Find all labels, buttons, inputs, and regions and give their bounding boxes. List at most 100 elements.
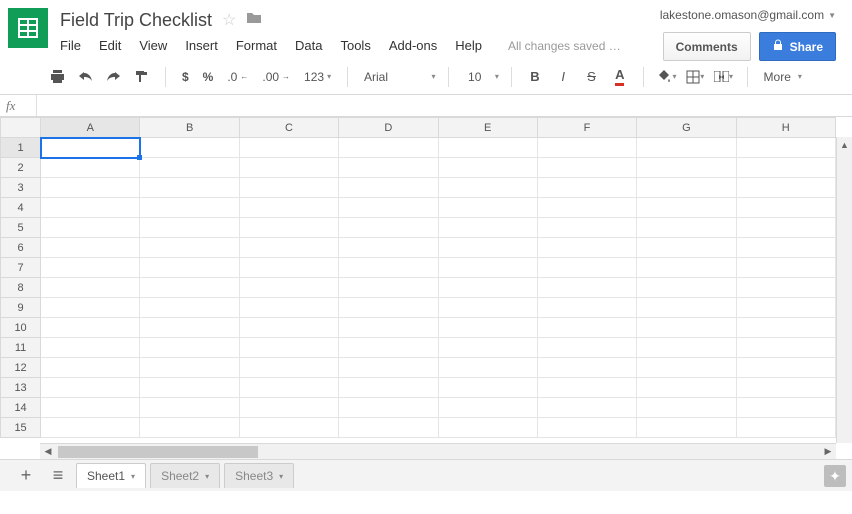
- font-size[interactable]: 10: [460, 70, 488, 84]
- all-sheets-button[interactable]: ≡: [44, 462, 72, 490]
- text-color[interactable]: A: [609, 65, 631, 89]
- menu-help[interactable]: Help: [455, 38, 482, 53]
- cell[interactable]: [537, 338, 636, 358]
- cell[interactable]: [736, 278, 835, 298]
- cell[interactable]: [140, 418, 239, 438]
- cell[interactable]: [339, 378, 438, 398]
- folder-icon[interactable]: [246, 11, 262, 30]
- cell[interactable]: [438, 338, 537, 358]
- cell[interactable]: [736, 298, 835, 318]
- cell[interactable]: [239, 398, 338, 418]
- cell[interactable]: [637, 378, 736, 398]
- fill-color[interactable]: ▾: [656, 65, 678, 89]
- cell[interactable]: [339, 138, 438, 158]
- cell[interactable]: [41, 298, 140, 318]
- app-logo[interactable]: [8, 8, 48, 48]
- caret-down-icon[interactable]: ▾: [432, 72, 436, 81]
- cell[interactable]: [637, 358, 736, 378]
- cell[interactable]: [140, 298, 239, 318]
- cell[interactable]: [239, 158, 338, 178]
- explore-button[interactable]: ✦: [824, 465, 846, 487]
- cell[interactable]: [239, 418, 338, 438]
- more-button[interactable]: More▾: [760, 70, 806, 84]
- row-header[interactable]: 15: [1, 418, 41, 438]
- cell[interactable]: [438, 278, 537, 298]
- cell[interactable]: [41, 258, 140, 278]
- cell[interactable]: [537, 278, 636, 298]
- increase-decimal[interactable]: .00→: [258, 70, 294, 84]
- cell[interactable]: [239, 178, 338, 198]
- cell[interactable]: [736, 218, 835, 238]
- cell[interactable]: [239, 298, 338, 318]
- cell[interactable]: [41, 358, 140, 378]
- cell[interactable]: [438, 358, 537, 378]
- cell[interactable]: [736, 338, 835, 358]
- cell[interactable]: [140, 358, 239, 378]
- cell[interactable]: [438, 178, 537, 198]
- cell[interactable]: [41, 378, 140, 398]
- cell[interactable]: [537, 138, 636, 158]
- cell[interactable]: [339, 178, 438, 198]
- cell[interactable]: [637, 298, 736, 318]
- merge-cells[interactable]: ▾: [712, 65, 734, 89]
- redo-icon[interactable]: [103, 65, 125, 89]
- star-icon[interactable]: ☆: [222, 10, 236, 30]
- cell[interactable]: [140, 398, 239, 418]
- formula-input[interactable]: [36, 95, 852, 116]
- cell[interactable]: [537, 258, 636, 278]
- row-header[interactable]: 14: [1, 398, 41, 418]
- strike-button[interactable]: S: [580, 65, 602, 89]
- row-header[interactable]: 10: [1, 318, 41, 338]
- decrease-decimal[interactable]: .0←: [223, 70, 252, 84]
- font-family[interactable]: Arial: [360, 70, 426, 84]
- cell[interactable]: [41, 218, 140, 238]
- cell[interactable]: [438, 218, 537, 238]
- horizontal-scrollbar[interactable]: ◀ ▶: [40, 443, 836, 459]
- menu-edit[interactable]: Edit: [99, 38, 121, 53]
- user-email[interactable]: lakestone.omason@gmail.com ▼: [660, 8, 836, 22]
- currency-format[interactable]: $: [178, 70, 193, 84]
- scroll-left-icon[interactable]: ◀: [40, 446, 56, 457]
- cell[interactable]: [637, 278, 736, 298]
- cell[interactable]: [339, 218, 438, 238]
- cell[interactable]: [239, 138, 338, 158]
- row-header[interactable]: 8: [1, 278, 41, 298]
- row-header[interactable]: 9: [1, 298, 41, 318]
- row-header[interactable]: 2: [1, 158, 41, 178]
- cell[interactable]: [736, 258, 835, 278]
- add-sheet-button[interactable]: +: [12, 462, 40, 490]
- cell[interactable]: [537, 298, 636, 318]
- cell[interactable]: [239, 258, 338, 278]
- cell[interactable]: [239, 278, 338, 298]
- cell[interactable]: [339, 278, 438, 298]
- menu-tools[interactable]: Tools: [340, 38, 370, 53]
- cell[interactable]: [339, 198, 438, 218]
- cell[interactable]: [736, 158, 835, 178]
- cell[interactable]: [41, 318, 140, 338]
- cell[interactable]: [537, 418, 636, 438]
- cell[interactable]: [239, 238, 338, 258]
- cell[interactable]: [239, 338, 338, 358]
- row-header[interactable]: 12: [1, 358, 41, 378]
- cell[interactable]: [537, 238, 636, 258]
- cell[interactable]: [736, 398, 835, 418]
- cell[interactable]: [41, 158, 140, 178]
- italic-button[interactable]: I: [552, 65, 574, 89]
- scroll-up-icon[interactable]: ▲: [837, 137, 852, 153]
- share-button[interactable]: Share: [759, 32, 836, 61]
- cell[interactable]: [438, 138, 537, 158]
- cell[interactable]: [339, 398, 438, 418]
- column-header[interactable]: D: [339, 118, 438, 138]
- cell[interactable]: [140, 178, 239, 198]
- sheet-tab[interactable]: Sheet3▾: [224, 463, 294, 488]
- cell[interactable]: [637, 338, 736, 358]
- cell[interactable]: [736, 378, 835, 398]
- cell[interactable]: [140, 138, 239, 158]
- cell[interactable]: [736, 198, 835, 218]
- row-header[interactable]: 6: [1, 238, 41, 258]
- cell[interactable]: [537, 398, 636, 418]
- paint-format-icon[interactable]: [131, 65, 153, 89]
- column-header[interactable]: G: [637, 118, 736, 138]
- cell[interactable]: [239, 318, 338, 338]
- cell[interactable]: [736, 418, 835, 438]
